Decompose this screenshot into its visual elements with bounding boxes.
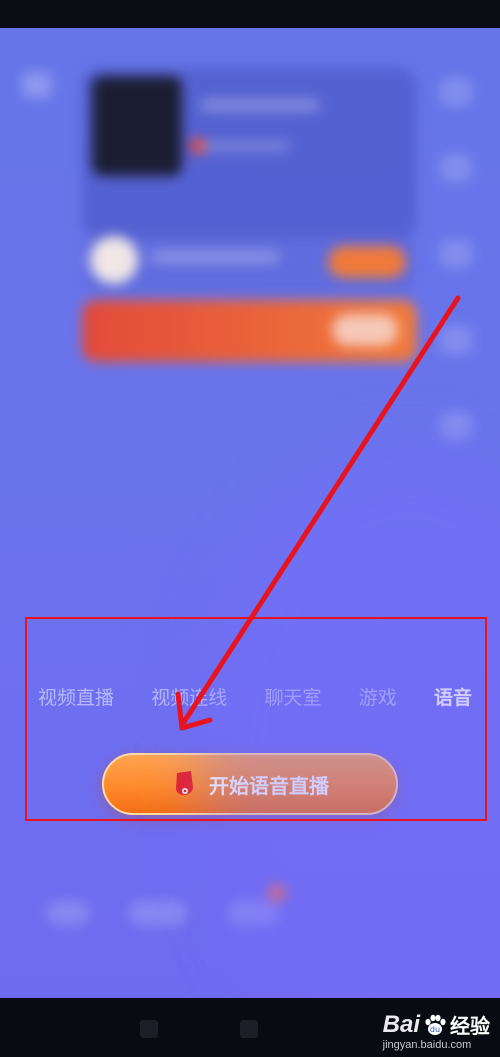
bottom-nav-item-1[interactable] (46, 900, 90, 926)
live-setup-screen: 视频直播 视频连线 聊天室 游戏 语音 开始语音直播 (0, 28, 500, 998)
side-tool-2[interactable] (440, 154, 472, 182)
cover-image[interactable] (92, 76, 182, 176)
side-tool-3[interactable] (440, 240, 472, 268)
back-button[interactable] (22, 72, 52, 98)
side-tool-1[interactable] (440, 78, 472, 106)
info-action-button[interactable] (328, 246, 406, 278)
avatar (90, 236, 138, 284)
watermark-brand-2: 经验 (450, 1014, 490, 1038)
promo-banner-button[interactable] (332, 314, 398, 346)
bottom-nav-item-2[interactable] (128, 900, 188, 926)
watermark-url: jingyan.baidu.com (382, 1039, 472, 1051)
bottom-nav-badge (268, 884, 286, 902)
location-placeholder (200, 140, 290, 152)
info-text-placeholder (150, 250, 280, 264)
bottom-nav-item-3[interactable] (228, 900, 280, 926)
paw-icon: du (425, 1014, 446, 1035)
annotation-box (25, 617, 487, 821)
menu-icon[interactable] (140, 1020, 158, 1038)
side-tool-4[interactable] (440, 326, 472, 354)
svg-text:du: du (430, 1025, 440, 1034)
status-bar (0, 0, 500, 28)
home-icon[interactable] (240, 1020, 258, 1038)
side-tool-5[interactable] (440, 412, 472, 440)
baidu-jingyan-watermark: Bai du 经验 jingyan.baidu.com (382, 1010, 490, 1052)
watermark-brand: Bai (382, 1010, 420, 1038)
title-placeholder (200, 98, 320, 112)
